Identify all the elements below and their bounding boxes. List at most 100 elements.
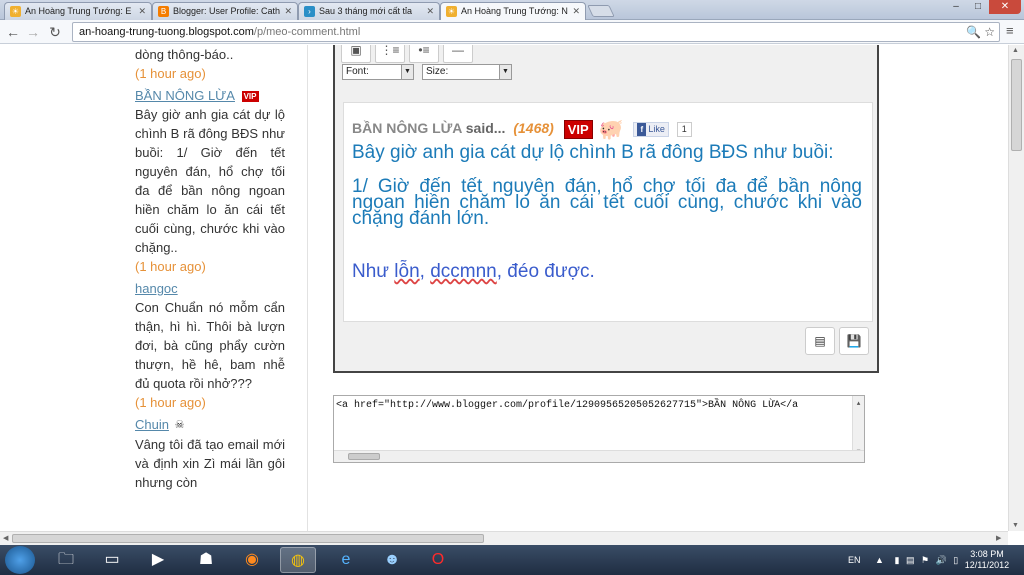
minimize-button[interactable]: –	[945, 0, 967, 14]
signal-icon[interactable]: ▮	[894, 555, 899, 565]
start-button[interactable]	[5, 546, 35, 574]
comment-preview: BẦN NÔNG LỪA said... (1468) VIP 🐖 f Like …	[343, 102, 873, 322]
scrollbar-thumb[interactable]	[12, 534, 484, 543]
taskbar-clock[interactable]: 3:08 PM 12/11/2012	[962, 549, 1012, 571]
zoom-icon[interactable]: 🔍	[966, 25, 981, 39]
text-segment: , đéo được.	[496, 261, 595, 282]
recent-comments-sidebar: dòng thông-báo.. (1 hour ago) BẦN NÔNG L…	[135, 45, 285, 492]
network-tray-icon[interactable]: ▤	[906, 555, 915, 565]
size-select-label: Size:	[426, 66, 449, 77]
messenger-icon[interactable]: ☻	[374, 547, 410, 573]
windows-taskbar: 🗀 ▭ ▶ ☗ ◉ ◍ e ☻ O EN ▲ ▮ ▤ ⚑ 🔊 ▯ 3:08 PM…	[0, 545, 1024, 575]
close-icon[interactable]: ✕	[284, 3, 292, 19]
textarea-vertical-scrollbar[interactable]: ▲▼	[852, 396, 864, 455]
ordered-list-icon[interactable]: ⋮≡	[375, 45, 405, 63]
tab-an-hoang-active[interactable]: ☀ An Hoàng Trung Tướng: N ✕	[440, 2, 586, 20]
comment-time: (1 hour ago)	[135, 395, 206, 410]
system-tray: EN ▲ ▮ ▤ ⚑ 🔊 ▯	[848, 545, 958, 575]
forward-icon[interactable]: →	[24, 23, 42, 41]
close-icon[interactable]: ✕	[572, 3, 580, 19]
pig-icon: 🐖	[598, 119, 624, 141]
browser-toolbar: ← → ↻ an-hoang-trung-tuong.blogspot.com/…	[0, 20, 1024, 44]
new-tab-button[interactable]	[587, 5, 615, 17]
wrench-menu-icon[interactable]: ≡	[1006, 23, 1014, 38]
scroll-down-icon[interactable]: ▼	[1012, 522, 1019, 529]
comment-item: BẦN NÔNG LỪA VIP Bây giờ anh gia cát dự …	[135, 83, 285, 276]
scrollbar-thumb[interactable]	[1011, 59, 1022, 151]
skull-icon: ☠	[174, 419, 185, 432]
horizontal-rule-icon[interactable]: —	[443, 45, 473, 63]
language-indicator[interactable]: EN	[848, 555, 861, 565]
save-icon: 💾	[846, 334, 862, 348]
textarea-horizontal-scrollbar[interactable]	[334, 450, 864, 462]
clock-time: 3:08 PM	[970, 549, 1004, 559]
tab-sau-3-thang[interactable]: › Sau 3 tháng mới cất tỉa ✕	[298, 2, 440, 20]
opera-icon[interactable]: O	[420, 547, 456, 573]
preview-html-button[interactable]: ▤	[805, 327, 835, 355]
clock-date: 12/11/2012	[964, 560, 1010, 570]
folder-icon[interactable]: 🗀	[48, 547, 84, 573]
volume-icon[interactable]: 🔊	[936, 555, 947, 565]
scroll-left-icon[interactable]: ◀	[3, 534, 8, 542]
html-code-textarea[interactable]: <a href="http://www.blogger.com/profile/…	[333, 395, 865, 463]
insert-image-icon[interactable]: ▣	[341, 45, 371, 63]
sun-icon: ☀	[10, 6, 21, 17]
text-segment: Như	[352, 261, 395, 282]
address-bar[interactable]: an-hoang-trung-tuong.blogspot.com/p/meo-…	[72, 22, 1000, 42]
facebook-like-button[interactable]: f Like	[633, 122, 669, 137]
url-host: an-hoang-trung-tuong.blogspot.com	[79, 26, 254, 38]
html-view-icon: ▤	[814, 334, 826, 348]
size-select[interactable]: Size: ▼	[422, 64, 512, 80]
tab-title: Blogger: User Profile: Cath	[173, 6, 281, 16]
comment-author-link[interactable]: Chuin	[135, 415, 169, 434]
preview-header: BẦN NÔNG LỪA said... (1468) VIP 🐖 f Like …	[352, 117, 862, 141]
close-window-button[interactable]: ✕	[989, 0, 1021, 14]
tab-blogger-profile[interactable]: B Blogger: User Profile: Cath ✕	[152, 2, 298, 20]
close-icon[interactable]: ✕	[426, 3, 434, 19]
ie-icon[interactable]: e	[328, 547, 364, 573]
power-icon[interactable]: ▯	[953, 555, 958, 565]
tab-an-hoang-1[interactable]: ☀ An Hoàng Trung Tướng: E ✕	[4, 2, 152, 20]
tab-strip: ☀ An Hoàng Trung Tướng: E ✕ B Blogger: U…	[0, 0, 1024, 20]
close-icon[interactable]: ✕	[138, 3, 146, 19]
chevron-down-icon: ▼	[499, 65, 511, 79]
blogger-icon: B	[158, 6, 169, 17]
flag-icon[interactable]: ⚑	[921, 555, 929, 565]
comment-item: Chuin ☠ Vâng tôi đã tạo email mới và địn…	[135, 412, 285, 492]
comment-text: dòng thông-báo..	[135, 47, 234, 62]
misspelled-word: lỗn	[394, 261, 420, 282]
scrollbar-thumb[interactable]	[348, 453, 380, 460]
font-select[interactable]: Font: ▼	[342, 64, 414, 80]
save-button[interactable]: 💾	[839, 327, 869, 355]
page-horizontal-scrollbar[interactable]: ◀ ▶	[0, 531, 1008, 545]
preview-author: BẦN NÔNG LỪA	[352, 120, 462, 137]
scroll-right-icon[interactable]: ▶	[996, 534, 1001, 542]
comment-author-link[interactable]: BẦN NÔNG LỪA	[135, 86, 235, 105]
library-icon[interactable]: ▭	[94, 547, 130, 573]
back-icon[interactable]: ←	[4, 23, 22, 41]
page-content: dòng thông-báo.. (1 hour ago) BẦN NÔNG L…	[0, 45, 1008, 531]
font-select-label: Font:	[346, 66, 369, 77]
comment-text: Con Chuẩn nó mỗm cẩn thận, hì hì. Thôi b…	[135, 300, 285, 391]
chrome-icon[interactable]: ◍	[280, 547, 316, 573]
bookmark-star-icon[interactable]: ☆	[984, 25, 995, 39]
media-player-icon[interactable]: ▶	[140, 547, 176, 573]
misspelled-word: dccmnn	[430, 261, 497, 282]
sun-icon: ☀	[446, 6, 457, 17]
html-code-text: <a href="http://www.blogger.com/profile/…	[336, 400, 799, 411]
scroll-up-icon[interactable]: ▲	[1012, 47, 1019, 54]
network-icon[interactable]: ☗	[188, 547, 224, 573]
facebook-icon: f	[637, 123, 647, 136]
comment-text: Bây giờ anh gia cát dự lộ chình B rã đôn…	[135, 107, 285, 255]
unordered-list-icon[interactable]: •≡	[409, 45, 439, 63]
show-hidden-icons[interactable]: ▲	[875, 555, 884, 565]
reload-icon[interactable]: ↻	[46, 23, 64, 41]
firefox-icon[interactable]: ◉	[234, 547, 270, 573]
tab-title: Sau 3 tháng mới cất tỉa	[319, 6, 412, 16]
maximize-button[interactable]: □	[967, 0, 989, 14]
url-path: /p/meo-comment.html	[253, 26, 361, 38]
page-vertical-scrollbar[interactable]: ▲ ▼	[1008, 45, 1024, 531]
column-divider	[307, 45, 308, 531]
vip-badge: VIP	[241, 91, 259, 103]
comment-author-link[interactable]: hangoc	[135, 279, 178, 298]
